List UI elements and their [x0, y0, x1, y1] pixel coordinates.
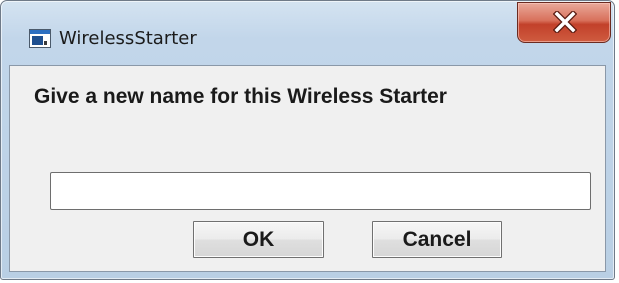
close-button[interactable]: [517, 2, 611, 43]
prompt-label: Give a new name for this Wireless Starte…: [34, 85, 447, 108]
dialog-window: WirelessStarter Give a new name for this…: [0, 0, 615, 280]
cancel-button[interactable]: Cancel: [372, 221, 502, 258]
dialog-body: Give a new name for this Wireless Starte…: [9, 65, 606, 272]
name-input[interactable]: [50, 172, 591, 210]
close-icon: [553, 11, 577, 33]
ok-button[interactable]: OK: [193, 221, 324, 258]
app-window-icon: [29, 29, 51, 48]
window-title: WirelessStarter: [59, 28, 197, 49]
title-bar[interactable]: WirelessStarter: [1, 1, 614, 65]
